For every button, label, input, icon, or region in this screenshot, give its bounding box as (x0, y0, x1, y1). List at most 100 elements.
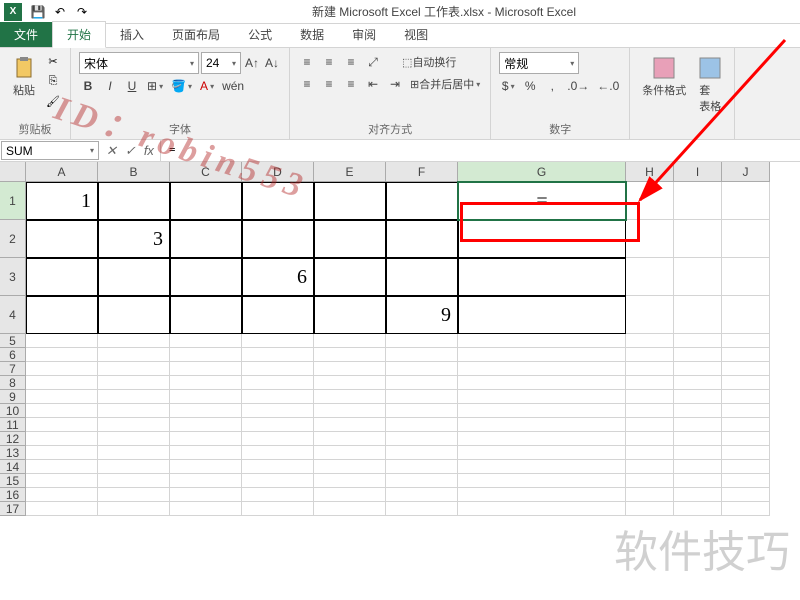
cell-I14[interactable] (674, 460, 722, 474)
fill-color-button[interactable]: 🪣▾ (169, 76, 194, 96)
cell-H12[interactable] (626, 432, 674, 446)
cell-A8[interactable] (26, 376, 98, 390)
cell-J16[interactable] (722, 488, 770, 502)
cell-I9[interactable] (674, 390, 722, 404)
cell-I12[interactable] (674, 432, 722, 446)
cell-F9[interactable] (386, 390, 458, 404)
cell-G13[interactable] (458, 446, 626, 460)
cell-G1[interactable]: = (458, 182, 626, 220)
cell-C14[interactable] (170, 460, 242, 474)
align-middle-button[interactable]: ≡ (320, 52, 338, 72)
tab-data[interactable]: 数据 (286, 22, 338, 47)
cell-C6[interactable] (170, 348, 242, 362)
cell-I6[interactable] (674, 348, 722, 362)
cell-C13[interactable] (170, 446, 242, 460)
cell-B3[interactable] (98, 258, 170, 296)
currency-button[interactable]: $▾ (499, 76, 517, 96)
cell-A7[interactable] (26, 362, 98, 376)
cell-D5[interactable] (242, 334, 314, 348)
enter-formula-button[interactable]: ✓ (125, 143, 136, 159)
font-color-button[interactable]: A▾ (198, 76, 216, 96)
cell-D4[interactable] (242, 296, 314, 334)
cell-E9[interactable] (314, 390, 386, 404)
cell-D17[interactable] (242, 502, 314, 516)
cell-C1[interactable] (170, 182, 242, 220)
column-header-F[interactable]: F (386, 162, 458, 182)
cell-F17[interactable] (386, 502, 458, 516)
row-header-5[interactable]: 5 (0, 334, 26, 348)
cell-G2[interactable] (458, 220, 626, 258)
column-header-C[interactable]: C (170, 162, 242, 182)
cell-C4[interactable] (170, 296, 242, 334)
cell-F15[interactable] (386, 474, 458, 488)
increase-font-button[interactable]: A↑ (243, 53, 261, 73)
row-header-7[interactable]: 7 (0, 362, 26, 376)
row-header-3[interactable]: 3 (0, 258, 26, 296)
format-as-table-button[interactable]: 套 表格 (694, 52, 726, 118)
cell-C15[interactable] (170, 474, 242, 488)
cell-G9[interactable] (458, 390, 626, 404)
bold-button[interactable]: B (79, 76, 97, 96)
cell-B8[interactable] (98, 376, 170, 390)
cell-G10[interactable] (458, 404, 626, 418)
cell-J5[interactable] (722, 334, 770, 348)
cell-A3[interactable] (26, 258, 98, 296)
cell-I17[interactable] (674, 502, 722, 516)
cell-E8[interactable] (314, 376, 386, 390)
cell-F1[interactable] (386, 182, 458, 220)
cell-A16[interactable] (26, 488, 98, 502)
cell-G11[interactable] (458, 418, 626, 432)
cell-G8[interactable] (458, 376, 626, 390)
name-box[interactable]: SUM▾ (1, 141, 99, 160)
cell-A17[interactable] (26, 502, 98, 516)
cell-A4[interactable] (26, 296, 98, 334)
cell-A10[interactable] (26, 404, 98, 418)
cell-B2[interactable]: 3 (98, 220, 170, 258)
cell-H9[interactable] (626, 390, 674, 404)
orientation-button[interactable]: ⤢ (364, 52, 382, 72)
paste-button[interactable]: 粘贴 (8, 52, 40, 102)
cell-G14[interactable] (458, 460, 626, 474)
copy-button[interactable]: ⎘ (44, 72, 62, 90)
cell-D7[interactable] (242, 362, 314, 376)
cell-I2[interactable] (674, 220, 722, 258)
format-painter-button[interactable]: 🖌 (44, 92, 62, 110)
cell-E6[interactable] (314, 348, 386, 362)
cell-H1[interactable] (626, 182, 674, 220)
cell-B12[interactable] (98, 432, 170, 446)
cell-D9[interactable] (242, 390, 314, 404)
cell-H15[interactable] (626, 474, 674, 488)
align-center-button[interactable]: ≡ (320, 74, 338, 94)
row-header-9[interactable]: 9 (0, 390, 26, 404)
select-all-corner[interactable] (0, 162, 26, 182)
align-left-button[interactable]: ≡ (298, 74, 316, 94)
cell-E1[interactable] (314, 182, 386, 220)
cell-D10[interactable] (242, 404, 314, 418)
row-header-14[interactable]: 14 (0, 460, 26, 474)
insert-function-button[interactable]: fx (144, 143, 154, 158)
align-bottom-button[interactable]: ≡ (342, 52, 360, 72)
column-header-B[interactable]: B (98, 162, 170, 182)
tab-view[interactable]: 视图 (390, 22, 442, 47)
row-header-15[interactable]: 15 (0, 474, 26, 488)
increase-decimal-button[interactable]: .0→ (565, 76, 591, 96)
cell-H10[interactable] (626, 404, 674, 418)
cell-I1[interactable] (674, 182, 722, 220)
row-header-16[interactable]: 16 (0, 488, 26, 502)
cell-J15[interactable] (722, 474, 770, 488)
column-header-J[interactable]: J (722, 162, 770, 182)
cell-E5[interactable] (314, 334, 386, 348)
column-header-D[interactable]: D (242, 162, 314, 182)
decrease-indent-button[interactable]: ⇤ (364, 74, 382, 94)
column-header-I[interactable]: I (674, 162, 722, 182)
cell-C12[interactable] (170, 432, 242, 446)
cell-H14[interactable] (626, 460, 674, 474)
row-header-2[interactable]: 2 (0, 220, 26, 258)
cell-C16[interactable] (170, 488, 242, 502)
border-button[interactable]: ⊞▾ (145, 76, 165, 96)
cell-D2[interactable] (242, 220, 314, 258)
cell-I8[interactable] (674, 376, 722, 390)
cell-J12[interactable] (722, 432, 770, 446)
cell-B10[interactable] (98, 404, 170, 418)
cell-F7[interactable] (386, 362, 458, 376)
